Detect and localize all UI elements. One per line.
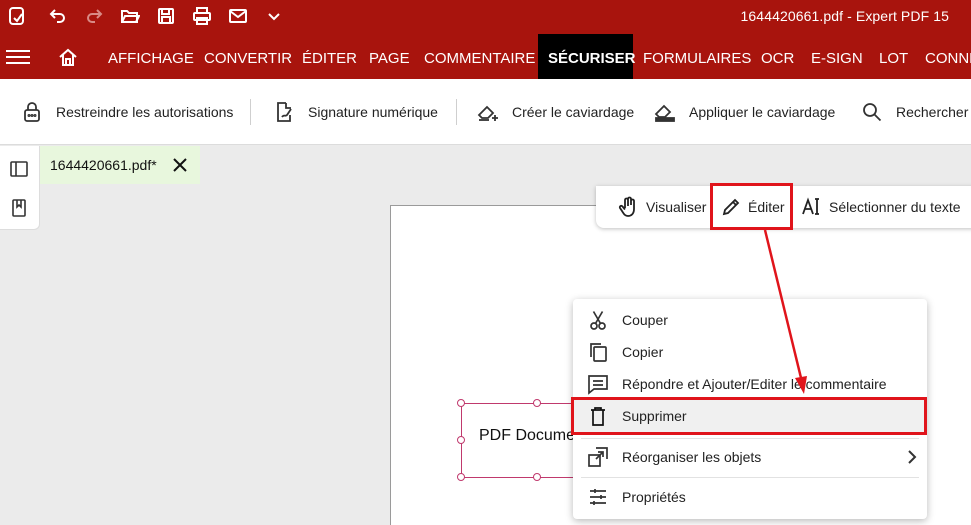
menu-item-label: Répondre et Ajouter/Editer le commentair… bbox=[622, 376, 887, 392]
quick-access-dropdown-icon[interactable] bbox=[261, 5, 287, 27]
menu-separator bbox=[581, 477, 919, 478]
home-icon[interactable] bbox=[57, 46, 79, 68]
ribbon-separator bbox=[456, 99, 457, 125]
arrange-icon bbox=[588, 447, 608, 467]
apply-redaction-label: Appliquer le caviardage bbox=[689, 104, 836, 120]
tab-page[interactable]: PAGE bbox=[359, 34, 420, 79]
save-icon[interactable] bbox=[153, 5, 179, 27]
select-text-label: Sélectionner du texte bbox=[829, 199, 961, 215]
apply-redaction-button[interactable]: Appliquer le caviardage bbox=[653, 97, 835, 127]
create-redaction-button[interactable]: Créer le caviardage bbox=[476, 97, 634, 127]
undo-icon[interactable] bbox=[44, 5, 70, 27]
menu-item-label: Couper bbox=[622, 312, 668, 328]
scissors-icon bbox=[590, 311, 606, 330]
view-mode-label: Visualiser bbox=[646, 199, 707, 215]
search-icon bbox=[863, 103, 882, 122]
highlight-delete-item bbox=[571, 397, 927, 435]
mail-icon[interactable] bbox=[225, 5, 251, 27]
menu-item-copy[interactable]: Copier bbox=[573, 336, 927, 368]
bookmark-icon[interactable] bbox=[9, 198, 29, 218]
hand-icon bbox=[618, 196, 635, 217]
create-redaction-label: Créer le caviardage bbox=[512, 104, 635, 120]
menu-item-properties[interactable]: Propriétés bbox=[573, 481, 927, 513]
digital-signature-label: Signature numérique bbox=[308, 104, 438, 120]
search-button[interactable]: Rechercher e bbox=[860, 97, 971, 127]
document-tab-name: 1644420661.pdf* bbox=[50, 157, 157, 173]
tab-lot[interactable]: LOT bbox=[869, 34, 918, 79]
select-text-button[interactable]: Sélectionner du texte bbox=[801, 194, 961, 220]
menu-item-label: Propriétés bbox=[622, 489, 686, 505]
lock-icon bbox=[24, 102, 40, 122]
view-mode-button[interactable]: Visualiser bbox=[618, 194, 706, 220]
tab-commentaire[interactable]: COMMENTAIRE bbox=[414, 34, 545, 79]
menu-separator bbox=[581, 438, 919, 439]
ribbon-securiser: Restreindre les autorisations Signature … bbox=[0, 79, 971, 145]
text-object-content: PDF Docume bbox=[479, 427, 576, 444]
menu-item-label: Réorganiser les objets bbox=[622, 449, 762, 465]
resize-handle[interactable] bbox=[457, 399, 465, 407]
eraser-plus-icon bbox=[477, 105, 498, 121]
menu-item-label: Copier bbox=[622, 344, 664, 360]
redo-icon[interactable] bbox=[82, 5, 108, 27]
open-folder-icon[interactable] bbox=[117, 5, 143, 27]
tab-connecter[interactable]: CONNE bbox=[915, 34, 971, 79]
tab-editer[interactable]: ÉDITER bbox=[292, 34, 367, 79]
digital-signature-button[interactable]: Signature numérique bbox=[272, 97, 438, 127]
tab-convertir[interactable]: CONVERTIR bbox=[194, 34, 302, 79]
sidebar-toggle-icon[interactable] bbox=[9, 159, 29, 179]
search-label: Rechercher e bbox=[896, 104, 971, 120]
chevron-right-icon bbox=[905, 449, 919, 465]
document-tab[interactable]: 1644420661.pdf* bbox=[40, 146, 200, 184]
tab-securiser[interactable]: SÉCURISER bbox=[538, 34, 636, 79]
window-title: 1644420661.pdf - Expert PDF 15 bbox=[740, 8, 949, 24]
copy-icon bbox=[590, 343, 607, 362]
menu-item-cut[interactable]: Couper bbox=[573, 304, 927, 336]
highlight-edit-button bbox=[710, 183, 793, 230]
tab-ocr[interactable]: OCR bbox=[751, 34, 804, 79]
hamburger-menu-icon[interactable] bbox=[6, 46, 30, 66]
tab-esign[interactable]: E-SIGN bbox=[801, 34, 873, 79]
left-side-panel bbox=[0, 146, 40, 230]
eraser-check-icon bbox=[654, 104, 675, 122]
menu-item-reply-comment[interactable]: Répondre et Ajouter/Editer le commentair… bbox=[573, 368, 927, 400]
signature-document-icon bbox=[277, 102, 292, 122]
resize-handle[interactable] bbox=[457, 473, 465, 481]
ribbon-separator bbox=[250, 99, 251, 125]
resize-handle[interactable] bbox=[457, 436, 465, 444]
tab-formulaires[interactable]: FORMULAIRES bbox=[633, 34, 761, 79]
app-logo-icon[interactable] bbox=[4, 5, 30, 27]
close-icon[interactable] bbox=[171, 156, 189, 174]
resize-handle[interactable] bbox=[533, 399, 541, 407]
sliders-icon bbox=[590, 489, 606, 505]
text-cursor-icon bbox=[802, 197, 819, 215]
tab-affichage[interactable]: AFFICHAGE bbox=[98, 34, 204, 79]
print-icon[interactable] bbox=[189, 5, 215, 27]
restrict-permissions-button[interactable]: Restreindre les autorisations bbox=[20, 97, 233, 127]
title-bar: 1644420661.pdf - Expert PDF 15 bbox=[0, 0, 971, 34]
restrict-permissions-label: Restreindre les autorisations bbox=[56, 104, 234, 120]
resize-handle[interactable] bbox=[533, 473, 541, 481]
menu-item-arrange-objects[interactable]: Réorganiser les objets bbox=[573, 441, 927, 473]
menu-bar: AFFICHAGE CONVERTIR ÉDITER PAGE COMMENTA… bbox=[0, 34, 971, 79]
comment-icon bbox=[588, 375, 608, 395]
